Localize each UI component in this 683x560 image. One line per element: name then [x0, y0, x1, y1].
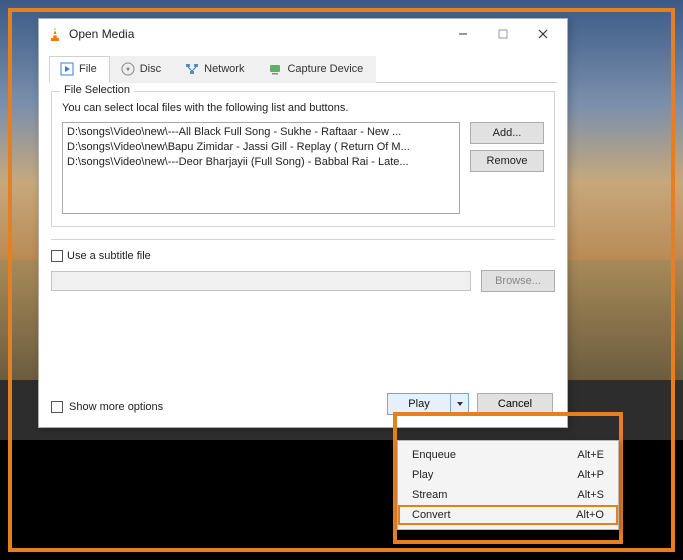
- play-dropdown-arrow[interactable]: [450, 394, 468, 414]
- subtitle-checkbox[interactable]: [51, 250, 63, 262]
- menu-item-enqueue[interactable]: Enqueue Alt+E: [398, 445, 618, 465]
- titlebar: Open Media: [39, 19, 567, 49]
- menu-item-shortcut: Alt+E: [577, 449, 604, 461]
- window-minimize-button[interactable]: [443, 20, 483, 48]
- menu-item-play[interactable]: Play Alt+P: [398, 465, 618, 485]
- file-play-icon: [60, 62, 74, 76]
- cancel-button-label: Cancel: [498, 398, 532, 410]
- tab-network-label: Network: [204, 63, 244, 75]
- tab-file-label: File: [79, 63, 97, 75]
- browse-button-label: Browse...: [495, 275, 541, 287]
- network-icon: [185, 62, 199, 76]
- window-maximize-button[interactable]: [483, 20, 523, 48]
- add-button[interactable]: Add...: [470, 122, 544, 144]
- tab-capture-label: Capture Device: [287, 63, 363, 75]
- window-title: Open Media: [69, 27, 134, 41]
- chevron-down-icon: [456, 400, 464, 408]
- menu-item-shortcut: Alt+S: [577, 489, 604, 501]
- window-close-button[interactable]: [523, 20, 563, 48]
- subtitle-path-input: [51, 271, 471, 291]
- tab-network[interactable]: Network: [174, 56, 257, 83]
- open-media-dialog: Open Media File Disc Network Capture Dev…: [38, 18, 568, 428]
- subtitle-section: Use a subtitle file Browse...: [51, 239, 555, 292]
- show-more-checkbox[interactable]: [51, 401, 63, 413]
- disc-icon: [121, 62, 135, 76]
- tab-disc-label: Disc: [140, 63, 161, 75]
- capture-device-icon: [268, 62, 282, 76]
- play-dropdown-menu: Enqueue Alt+E Play Alt+P Stream Alt+S Co…: [397, 440, 619, 530]
- menu-item-label: Enqueue: [412, 449, 577, 461]
- menu-item-convert[interactable]: Convert Alt+O: [398, 505, 618, 525]
- add-button-label: Add...: [493, 127, 522, 139]
- menu-item-shortcut: Alt+P: [577, 469, 604, 481]
- play-button-label: Play: [388, 398, 450, 410]
- menu-item-label: Play: [412, 469, 577, 481]
- tab-row: File Disc Network Capture Device: [49, 55, 557, 83]
- browse-button: Browse...: [481, 270, 555, 292]
- file-selection-group: File Selection You can select local file…: [51, 91, 555, 227]
- tab-file[interactable]: File: [49, 56, 110, 83]
- menu-item-shortcut: Alt+O: [576, 509, 604, 521]
- file-selection-legend: File Selection: [60, 84, 134, 96]
- menu-item-stream[interactable]: Stream Alt+S: [398, 485, 618, 505]
- file-list[interactable]: D:\songs\Video\new\---All Black Full Son…: [62, 122, 460, 214]
- subtitle-checkbox-label: Use a subtitle file: [67, 250, 151, 262]
- remove-button[interactable]: Remove: [470, 150, 544, 172]
- list-item[interactable]: D:\songs\Video\new\---Deor Bharjayii (Fu…: [67, 155, 455, 170]
- vlc-cone-icon: [47, 26, 63, 42]
- list-item[interactable]: D:\songs\Video\new\---All Black Full Son…: [67, 125, 455, 140]
- tab-capture[interactable]: Capture Device: [257, 56, 376, 83]
- tab-disc[interactable]: Disc: [110, 56, 174, 83]
- menu-item-label: Stream: [412, 489, 577, 501]
- file-selection-hint: You can select local files with the foll…: [62, 102, 544, 114]
- show-more-label: Show more options: [69, 401, 163, 413]
- menu-item-label: Convert: [412, 509, 576, 521]
- list-item[interactable]: D:\songs\Video\new\Bapu Zimidar - Jassi …: [67, 140, 455, 155]
- remove-button-label: Remove: [487, 155, 528, 167]
